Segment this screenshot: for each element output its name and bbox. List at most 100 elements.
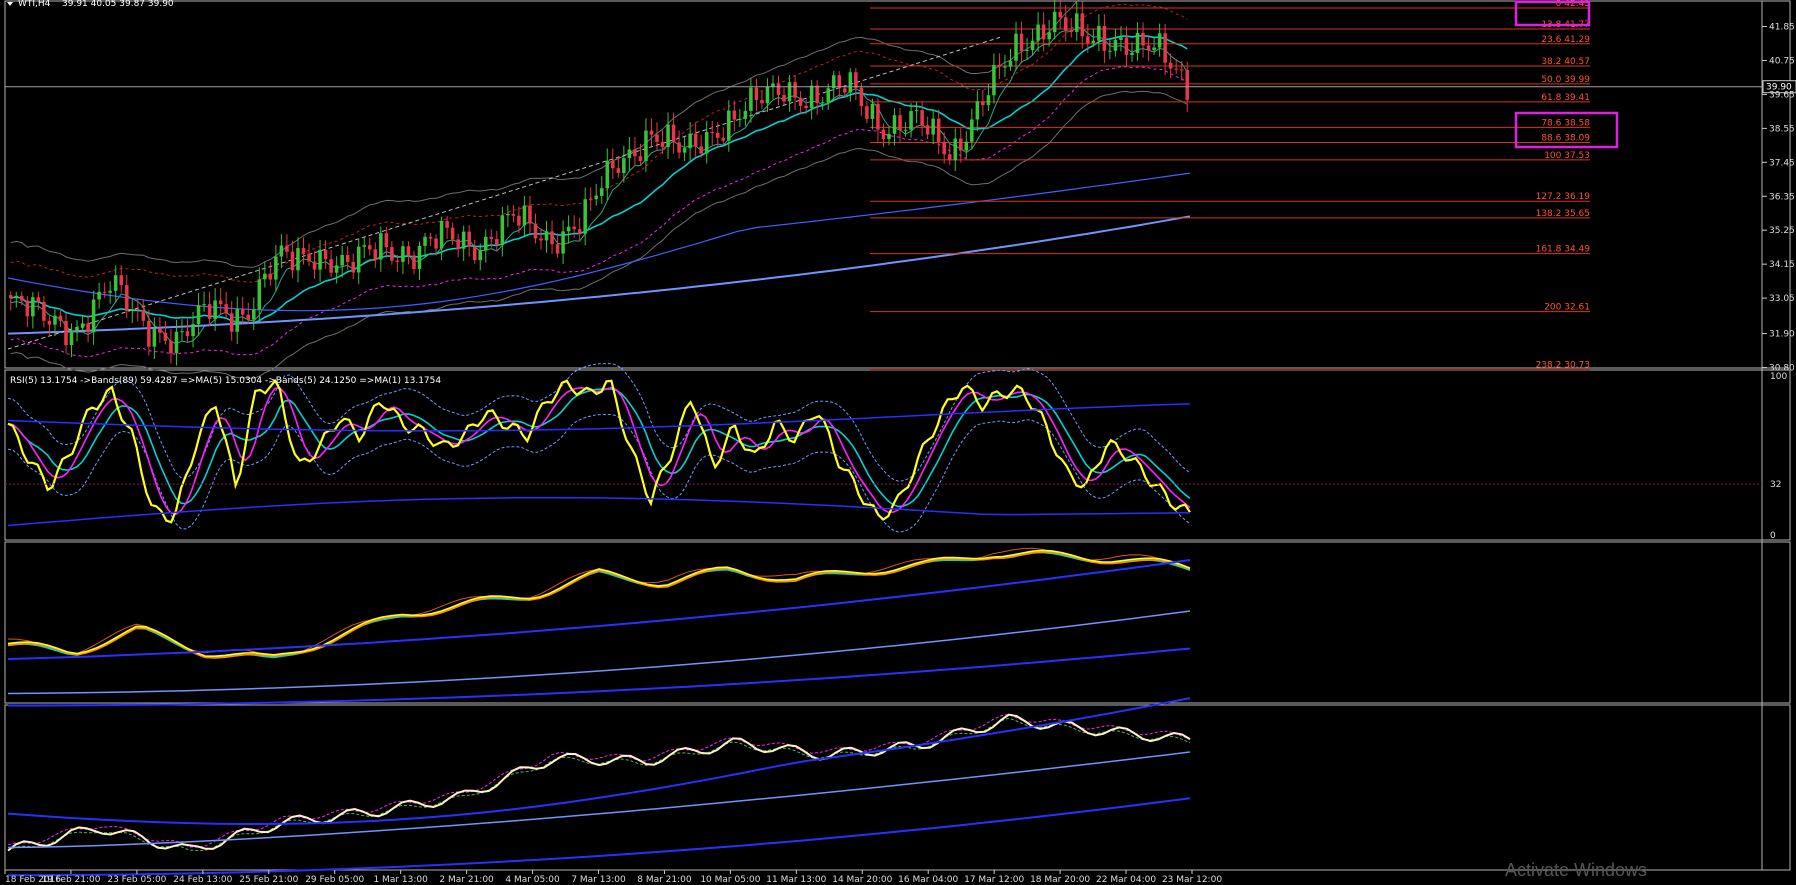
fib-level-label: 161.8 34.49: [1536, 245, 1591, 255]
x-tick-label: 23 Mar 12:00: [1162, 875, 1222, 885]
candle-body: [1008, 60, 1013, 67]
candle-body: [91, 299, 96, 333]
candle-body: [936, 118, 941, 142]
candle-body: [25, 300, 30, 317]
candle-body: [655, 134, 659, 142]
candle-body: [693, 133, 698, 147]
candle-body: [925, 125, 930, 135]
candle-body: [517, 215, 521, 226]
candle-body: [876, 103, 880, 130]
fib-level-label: 61.8 39.41: [1541, 93, 1590, 103]
candle-body: [1179, 69, 1184, 71]
candle-body: [296, 248, 300, 271]
candle-body: [710, 131, 714, 133]
candle-body: [1141, 32, 1145, 46]
candle-body: [975, 101, 980, 120]
candle-body: [31, 297, 35, 317]
candle-body: [417, 245, 422, 269]
candle-body: [947, 154, 952, 161]
candle-body: [892, 115, 897, 134]
candle-body: [412, 255, 416, 269]
candle-body: [42, 301, 46, 321]
candle-body: [981, 101, 985, 106]
candle-body: [953, 138, 958, 161]
candle-body: [550, 231, 554, 245]
candle-body: [909, 111, 913, 130]
candle-body: [782, 94, 786, 102]
candle-body: [599, 188, 604, 196]
candle-body: [511, 213, 516, 216]
candle-body: [307, 253, 311, 262]
candle-body: [649, 130, 654, 135]
candle-body: [1174, 68, 1178, 70]
candle-body: [1069, 30, 1074, 32]
candle-body: [158, 328, 162, 333]
candle-body: [522, 205, 527, 226]
price-tick-label: 35.25: [1769, 226, 1795, 236]
candle-body: [268, 273, 273, 280]
price-tick-label: 40.75: [1769, 56, 1795, 66]
candle-body: [174, 331, 179, 354]
candle-body: [47, 320, 52, 325]
candle-body: [986, 95, 991, 106]
candle-body: [743, 110, 748, 119]
candle-body: [644, 130, 648, 161]
candle-body: [826, 88, 830, 103]
candle-body: [119, 275, 123, 286]
candle-body: [257, 279, 262, 310]
candle-body: [58, 315, 63, 321]
candle-body: [340, 254, 344, 266]
candle-body: [64, 320, 68, 346]
fib-level-label: 200 32.61: [1544, 303, 1590, 313]
x-tick-label: 16 Mar 04:00: [898, 875, 958, 885]
fib-level-label: 100 37.53: [1544, 151, 1590, 161]
candle-body: [472, 246, 477, 261]
candle-body: [274, 256, 278, 280]
candle-body: [611, 160, 615, 169]
candle-body: [1108, 50, 1112, 52]
candle-body: [1163, 33, 1167, 63]
candle-body: [633, 149, 637, 157]
candle-body: [75, 327, 79, 331]
price-tick-label: 37.45: [1769, 158, 1795, 168]
candle-body: [959, 138, 963, 151]
candle-body: [843, 88, 847, 93]
candle-body: [1058, 11, 1062, 18]
candle-body: [484, 236, 488, 251]
candle-body: [588, 199, 593, 201]
candle-body: [671, 124, 676, 143]
candle-body: [450, 227, 455, 240]
candle-body: [312, 261, 317, 270]
candle-body: [384, 233, 389, 248]
candle-body: [240, 309, 245, 315]
candle-body: [1041, 24, 1046, 40]
candle-body: [467, 231, 471, 247]
candle-body: [147, 320, 151, 347]
candle-body: [461, 231, 466, 249]
candle-body: [798, 97, 803, 106]
candle-body: [351, 261, 355, 273]
candle-body: [1075, 13, 1079, 32]
candle-body: [749, 87, 753, 111]
candle-body: [207, 304, 212, 319]
candle-body: [1124, 37, 1129, 55]
x-tick-label: 19 Feb 21:00: [41, 875, 100, 885]
candle-body: [1052, 11, 1057, 33]
price-tick-label: 39.65: [1769, 90, 1795, 100]
candle-body: [666, 124, 670, 148]
candle-body: [887, 133, 891, 140]
candle-body: [362, 245, 367, 247]
candle-body: [1130, 53, 1134, 55]
candle-body: [754, 87, 759, 101]
candle-body: [561, 231, 565, 254]
candle-body: [1025, 49, 1029, 51]
x-tick-label: 11 Mar 13:00: [766, 875, 826, 885]
candle-body: [660, 141, 665, 148]
candle-body: [622, 158, 626, 174]
price-tick-label: 34.15: [1769, 260, 1795, 270]
candle-body: [820, 102, 825, 104]
candle-body: [8, 295, 13, 299]
candle-body: [334, 265, 339, 273]
candle-body: [815, 85, 819, 103]
chart-canvas[interactable]: 0 42.4513.8 41.7723.6 41.2938.2 40.5750.…: [0, 0, 1796, 885]
